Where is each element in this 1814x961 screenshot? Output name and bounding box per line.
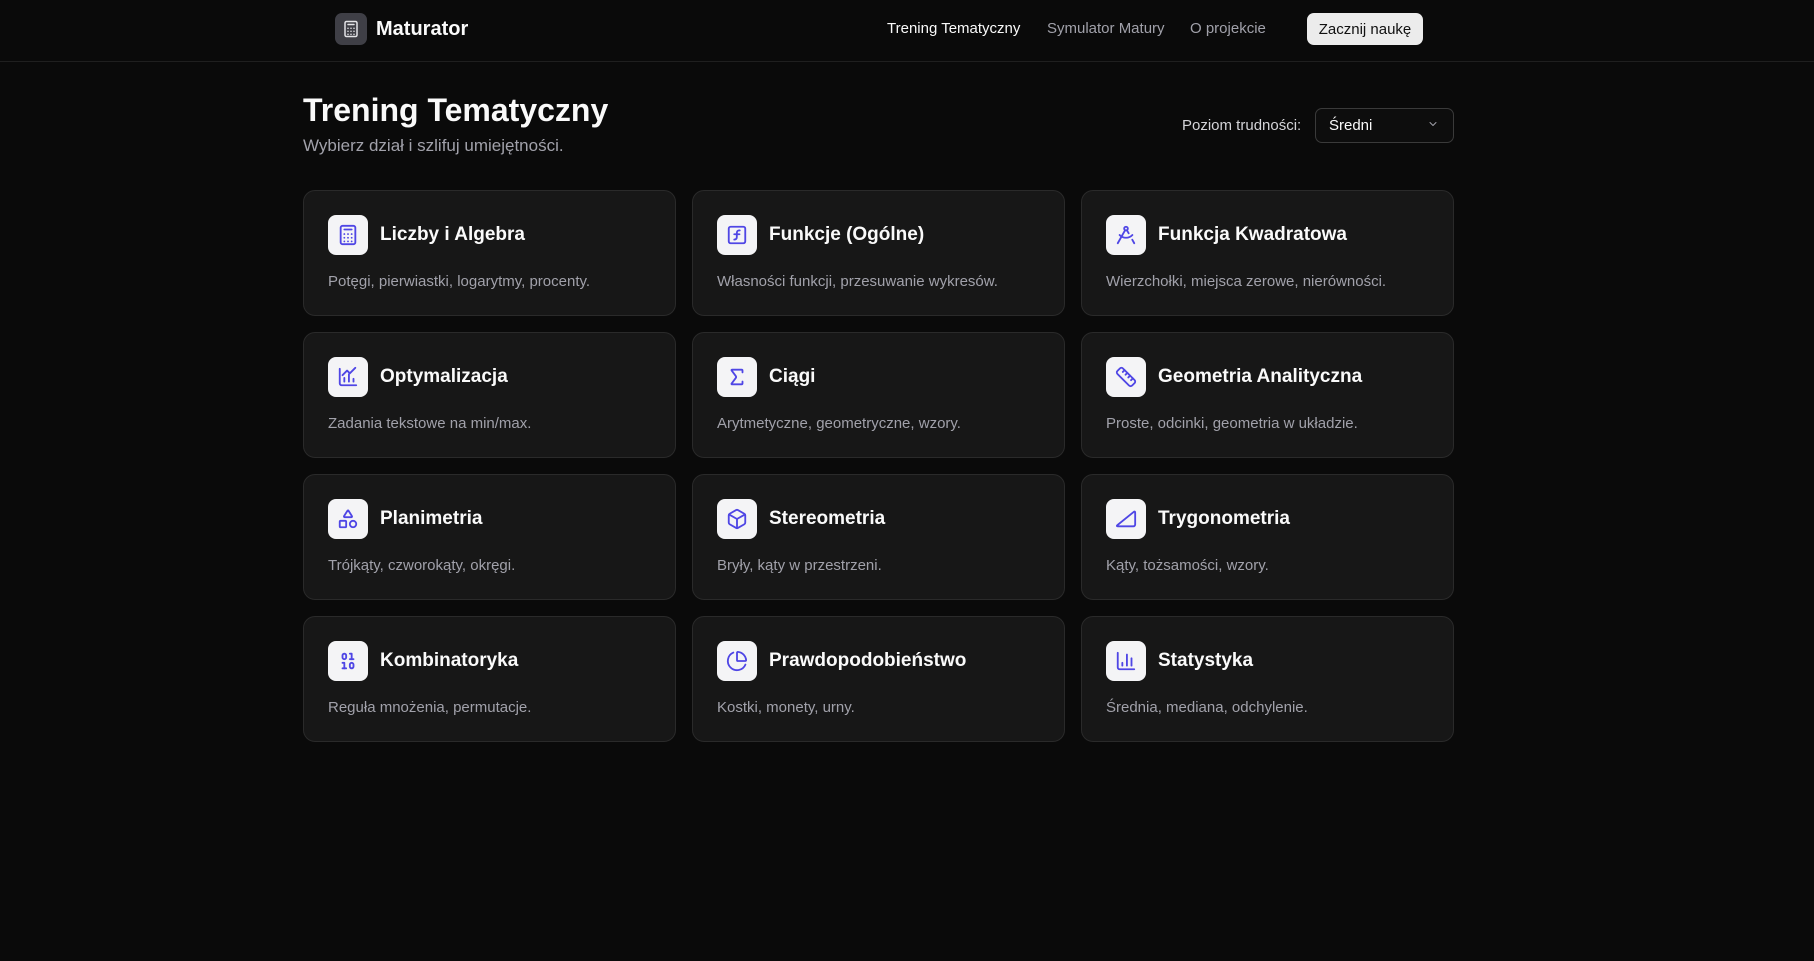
sigma-icon: [717, 357, 757, 397]
topic-title: Funkcje (Ogólne): [769, 224, 925, 245]
topic-description: Reguła mnożenia, permutacje.: [328, 699, 532, 716]
chart-trend-icon: [328, 357, 368, 397]
topic-card[interactable]: Trygonometria Kąty, tożsamości, wzory.: [1081, 474, 1454, 600]
difficulty-select[interactable]: Średni: [1315, 108, 1454, 143]
topic-title: Stereometria: [769, 508, 886, 529]
topic-card[interactable]: Prawdopodobieństwo Kostki, monety, urny.: [692, 616, 1065, 742]
topic-card[interactable]: Funkcja Kwadratowa Wierzchołki, miejsca …: [1081, 190, 1454, 316]
topic-card[interactable]: Stereometria Bryły, kąty w przestrzeni.: [692, 474, 1065, 600]
topic-description: Bryły, kąty w przestrzeni.: [717, 557, 882, 574]
topic-title: Kombinatoryka: [380, 650, 519, 671]
cube-icon: [717, 499, 757, 539]
topic-title: Trygonometria: [1158, 508, 1290, 529]
nav-link-symulator-matury[interactable]: Symulator Matury: [1047, 20, 1165, 37]
topic-description: Średnia, mediana, odchylenie.: [1106, 699, 1308, 716]
topic-card[interactable]: Geometria Analityczna Proste, odcinki, g…: [1081, 332, 1454, 458]
topic-description: Potęgi, pierwiastki, logarytmy, procenty…: [328, 273, 591, 290]
topic-title: Geometria Analityczna: [1158, 366, 1363, 387]
topic-title: Planimetria: [380, 508, 483, 529]
topic-card[interactable]: Statystyka Średnia, mediana, odchylenie.: [1081, 616, 1454, 742]
topic-description: Własności funkcji, przesuwanie wykresów.: [717, 273, 998, 290]
topic-description: Zadania tekstowe na min/max.: [328, 415, 532, 432]
topic-title: Statystyka: [1158, 650, 1254, 671]
main-nav: Trening Tematyczny Symulator Matury O pr…: [0, 0, 1814, 60]
topic-title: Optymalizacja: [380, 366, 508, 387]
calculator-icon: [328, 215, 368, 255]
topic-description: Wierzchołki, miejsca zerowe, nierówności…: [1106, 273, 1387, 290]
nav-link-o-projekcie[interactable]: O projekcie: [1190, 20, 1266, 37]
topic-card[interactable]: Ciągi Arytmetyczne, geometryczne, wzory.: [692, 332, 1065, 458]
topic-title: Liczby i Algebra: [380, 224, 525, 245]
pie-chart-icon: [717, 641, 757, 681]
start-learning-button[interactable]: Zacznij naukę: [1307, 13, 1423, 45]
topic-card[interactable]: Liczby i Algebra Potęgi, pierwiastki, lo…: [303, 190, 676, 316]
topic-title: Prawdopodobieństwo: [769, 650, 967, 671]
nav-link-trening-tematyczny[interactable]: Trening Tematyczny: [887, 20, 1020, 37]
chevron-down-icon: [1427, 117, 1439, 135]
bar-chart-icon: [1106, 641, 1146, 681]
top-navbar: Maturator Trening Tematyczny Symulator M…: [0, 0, 1814, 62]
topic-description: Trójkąty, czworokąty, okręgi.: [328, 557, 516, 574]
page-subtitle: Wybierz dział i szlifuj umiejętności.: [303, 136, 564, 155]
shapes-icon: [328, 499, 368, 539]
topics-grid: Liczby i Algebra Potęgi, pierwiastki, lo…: [303, 190, 1454, 742]
compass-icon: [1106, 215, 1146, 255]
topic-card[interactable]: Funkcje (Ogólne) Własności funkcji, prze…: [692, 190, 1065, 316]
difficulty-value: Średni: [1329, 117, 1373, 134]
topic-description: Kąty, tożsamości, wzory.: [1106, 557, 1269, 574]
topic-description: Arytmetyczne, geometryczne, wzory.: [717, 415, 961, 432]
triangle-right-icon: [1106, 499, 1146, 539]
ruler-icon: [1106, 357, 1146, 397]
topic-description: Proste, odcinki, geometria w układzie.: [1106, 415, 1358, 432]
difficulty-label: Poziom trudności:: [1182, 117, 1302, 134]
topic-title: Ciągi: [769, 366, 816, 387]
function-icon: [717, 215, 757, 255]
topic-card[interactable]: Planimetria Trójkąty, czworokąty, okręgi…: [303, 474, 676, 600]
binary-icon: [328, 641, 368, 681]
page-title: Trening Tematyczny: [303, 92, 609, 128]
topic-title: Funkcja Kwadratowa: [1158, 224, 1347, 245]
topic-card[interactable]: Kombinatoryka Reguła mnożenia, permutacj…: [303, 616, 676, 742]
topic-description: Kostki, monety, urny.: [717, 699, 855, 716]
topic-card[interactable]: Optymalizacja Zadania tekstowe na min/ma…: [303, 332, 676, 458]
